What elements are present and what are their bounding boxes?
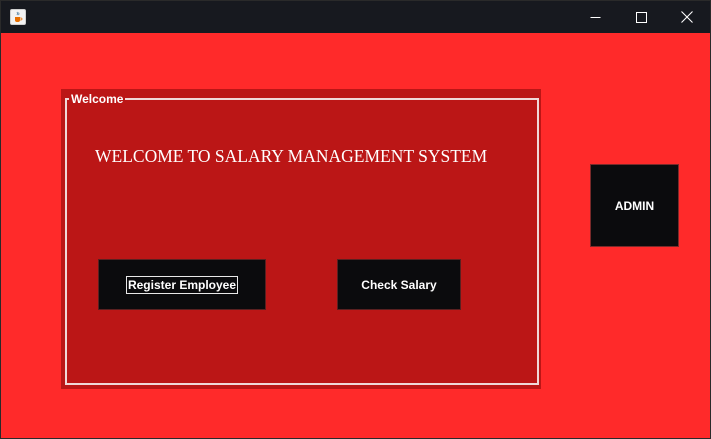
welcome-heading: WELCOME TO SALARY MANAGEMENT SYSTEM xyxy=(95,146,488,166)
minimize-button[interactable] xyxy=(572,1,618,33)
welcome-panel: Welcome WELCOME TO SALARY MANAGEMENT SYS… xyxy=(61,89,541,389)
admin-button[interactable]: ADMIN xyxy=(590,164,679,247)
java-cup-icon xyxy=(10,9,26,25)
maximize-button[interactable] xyxy=(618,1,664,33)
minimize-icon xyxy=(590,16,600,18)
welcome-panel-legend: Welcome xyxy=(69,92,126,106)
check-salary-label: Check Salary xyxy=(361,277,437,292)
maximize-icon xyxy=(635,11,647,23)
title-bar[interactable] xyxy=(1,1,710,33)
register-employee-button[interactable]: Register Employee xyxy=(98,259,266,310)
content-pane: Welcome WELCOME TO SALARY MANAGEMENT SYS… xyxy=(1,33,710,438)
close-button[interactable] xyxy=(664,1,710,33)
register-employee-label: Register Employee xyxy=(125,275,239,294)
app-window: Welcome WELCOME TO SALARY MANAGEMENT SYS… xyxy=(0,0,711,439)
welcome-panel-border xyxy=(65,98,539,385)
admin-label: ADMIN xyxy=(614,198,655,213)
close-icon xyxy=(681,11,693,23)
check-salary-button[interactable]: Check Salary xyxy=(337,259,461,310)
